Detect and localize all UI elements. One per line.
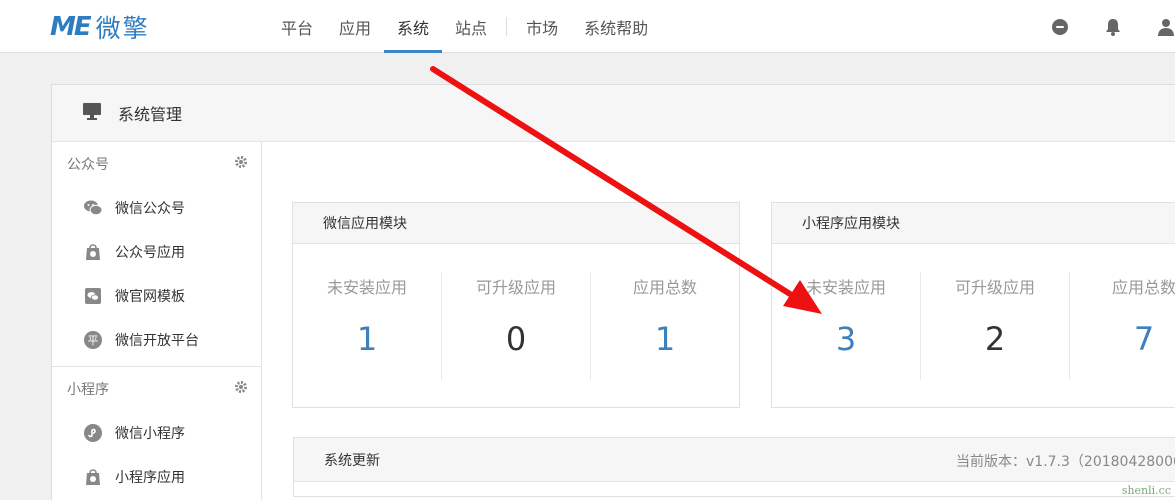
- panel-header: 系统管理: [52, 85, 1175, 142]
- gear-icon[interactable]: [235, 156, 247, 172]
- sidebar-group-header: 公众号: [52, 142, 261, 186]
- system-update-card: 系统更新 当前版本：v1.7.3（201804280001: [293, 437, 1175, 497]
- nav-divider: [506, 17, 508, 36]
- stat-label: 应用总数: [1111, 278, 1175, 297]
- panel-title: 系统管理: [118, 105, 183, 124]
- nav-market[interactable]: 市场: [513, 0, 571, 53]
- logo-mark: ME: [50, 12, 92, 42]
- stat-value: 1: [356, 320, 378, 358]
- sidebar-item-account-apps[interactable]: 公众号应用: [52, 230, 261, 274]
- ping-icon: 平: [83, 330, 103, 350]
- module-stats: 未安装应用 1 可升级应用 0 应用总数 1: [293, 244, 739, 408]
- sidebar-item-wechat-account[interactable]: 微信公众号: [52, 186, 261, 230]
- current-version: 当前版本：v1.7.3（201804280001: [956, 454, 1175, 470]
- sidebar-item-label: 微信开放平台: [115, 333, 199, 349]
- main-nav: 平台 应用 系统 站点 市场 系统帮助: [268, 0, 661, 53]
- monitor-icon: [82, 101, 102, 125]
- stat-uninstalled[interactable]: 未安装应用 3: [772, 272, 921, 380]
- sidebar-group-header: 小程序: [52, 367, 261, 411]
- gear-icon[interactable]: [235, 381, 247, 397]
- stat-value: 7: [1133, 320, 1155, 358]
- sidebar-group-title: 小程序: [67, 382, 109, 398]
- main-content: 微信应用模块 未安装应用 1 可升级应用 0 应用总数 1 小程序应用模块 未安…: [263, 142, 1175, 500]
- wechat-icon: [83, 198, 103, 218]
- module-title: 小程序应用模块: [772, 203, 1175, 244]
- chat-icon[interactable]: [1047, 14, 1073, 40]
- watermark: shenli.cc: [1121, 484, 1171, 497]
- stat-total[interactable]: 应用总数 7: [1070, 272, 1175, 380]
- sidebar-item-website-templates[interactable]: 微官网模板: [52, 274, 261, 318]
- stat-label: 未安装应用: [805, 278, 886, 297]
- stat-value: 3: [835, 320, 857, 358]
- nav-system[interactable]: 系统: [384, 0, 443, 53]
- module-stats: 未安装应用 3 可升级应用 2 应用总数 7: [772, 244, 1175, 408]
- wechat-module-card: 微信应用模块 未安装应用 1 可升级应用 0 应用总数 1: [292, 202, 740, 408]
- sidebar-group-title: 公众号: [67, 157, 109, 173]
- bag-icon: [83, 467, 103, 487]
- sidebar-item-mini-program[interactable]: 微信小程序: [52, 411, 261, 455]
- nav-apps[interactable]: 应用: [326, 0, 384, 53]
- module-title: 微信应用模块: [293, 203, 739, 244]
- nav-platform[interactable]: 平台: [268, 0, 326, 53]
- sidebar-item-open-platform[interactable]: 平 微信开放平台: [52, 318, 261, 362]
- template-icon: [83, 286, 103, 306]
- nav-help[interactable]: 系统帮助: [571, 0, 661, 53]
- mini-program-module-card: 小程序应用模块 未安装应用 3 可升级应用 2 应用总数 7: [771, 202, 1175, 408]
- stat-upgradable[interactable]: 可升级应用 2: [921, 272, 1070, 380]
- miniprogram-icon: [83, 423, 103, 443]
- system-panel: 系统管理 公众号 微信公众号 公众号应用 微官网模板 平 微信开放平台 小程序 …: [51, 84, 1175, 500]
- nav-site[interactable]: 站点: [442, 0, 500, 53]
- sidebar-item-label: 微官网模板: [115, 289, 185, 305]
- stat-label: 可升级应用: [475, 278, 556, 297]
- stat-upgradable[interactable]: 可升级应用 0: [442, 272, 591, 380]
- stat-value: 0: [505, 320, 527, 358]
- sidebar-item-label: 公众号应用: [115, 245, 185, 261]
- logo-text: 微擎: [95, 14, 150, 43]
- svg-text:平: 平: [88, 334, 99, 347]
- stat-uninstalled[interactable]: 未安装应用 1: [293, 272, 442, 380]
- user-icon[interactable]: [1153, 14, 1175, 40]
- stat-value: 1: [654, 320, 676, 358]
- sidebar-item-label: 小程序应用: [115, 470, 185, 486]
- stat-total[interactable]: 应用总数 1: [591, 272, 739, 380]
- header-actions: [1020, 0, 1175, 53]
- sidebar-item-label: 微信小程序: [115, 426, 185, 442]
- sidebar-item-mini-program-apps[interactable]: 小程序应用: [52, 455, 261, 499]
- stat-label: 未安装应用: [326, 278, 407, 297]
- sidebar-item-label: 微信公众号: [115, 201, 185, 217]
- bag-icon: [83, 242, 103, 262]
- sidebar: 公众号 微信公众号 公众号应用 微官网模板 平 微信开放平台 小程序 微信小程序…: [52, 142, 262, 500]
- bell-icon[interactable]: [1100, 14, 1126, 40]
- stat-value: 2: [984, 320, 1006, 358]
- top-navbar: ME 微擎 平台 应用 系统 站点 市场 系统帮助: [0, 0, 1175, 53]
- logo[interactable]: ME 微擎: [50, 12, 150, 43]
- update-title: 系统更新: [324, 452, 380, 469]
- stat-label: 应用总数: [632, 278, 697, 297]
- stat-label: 可升级应用: [954, 278, 1035, 297]
